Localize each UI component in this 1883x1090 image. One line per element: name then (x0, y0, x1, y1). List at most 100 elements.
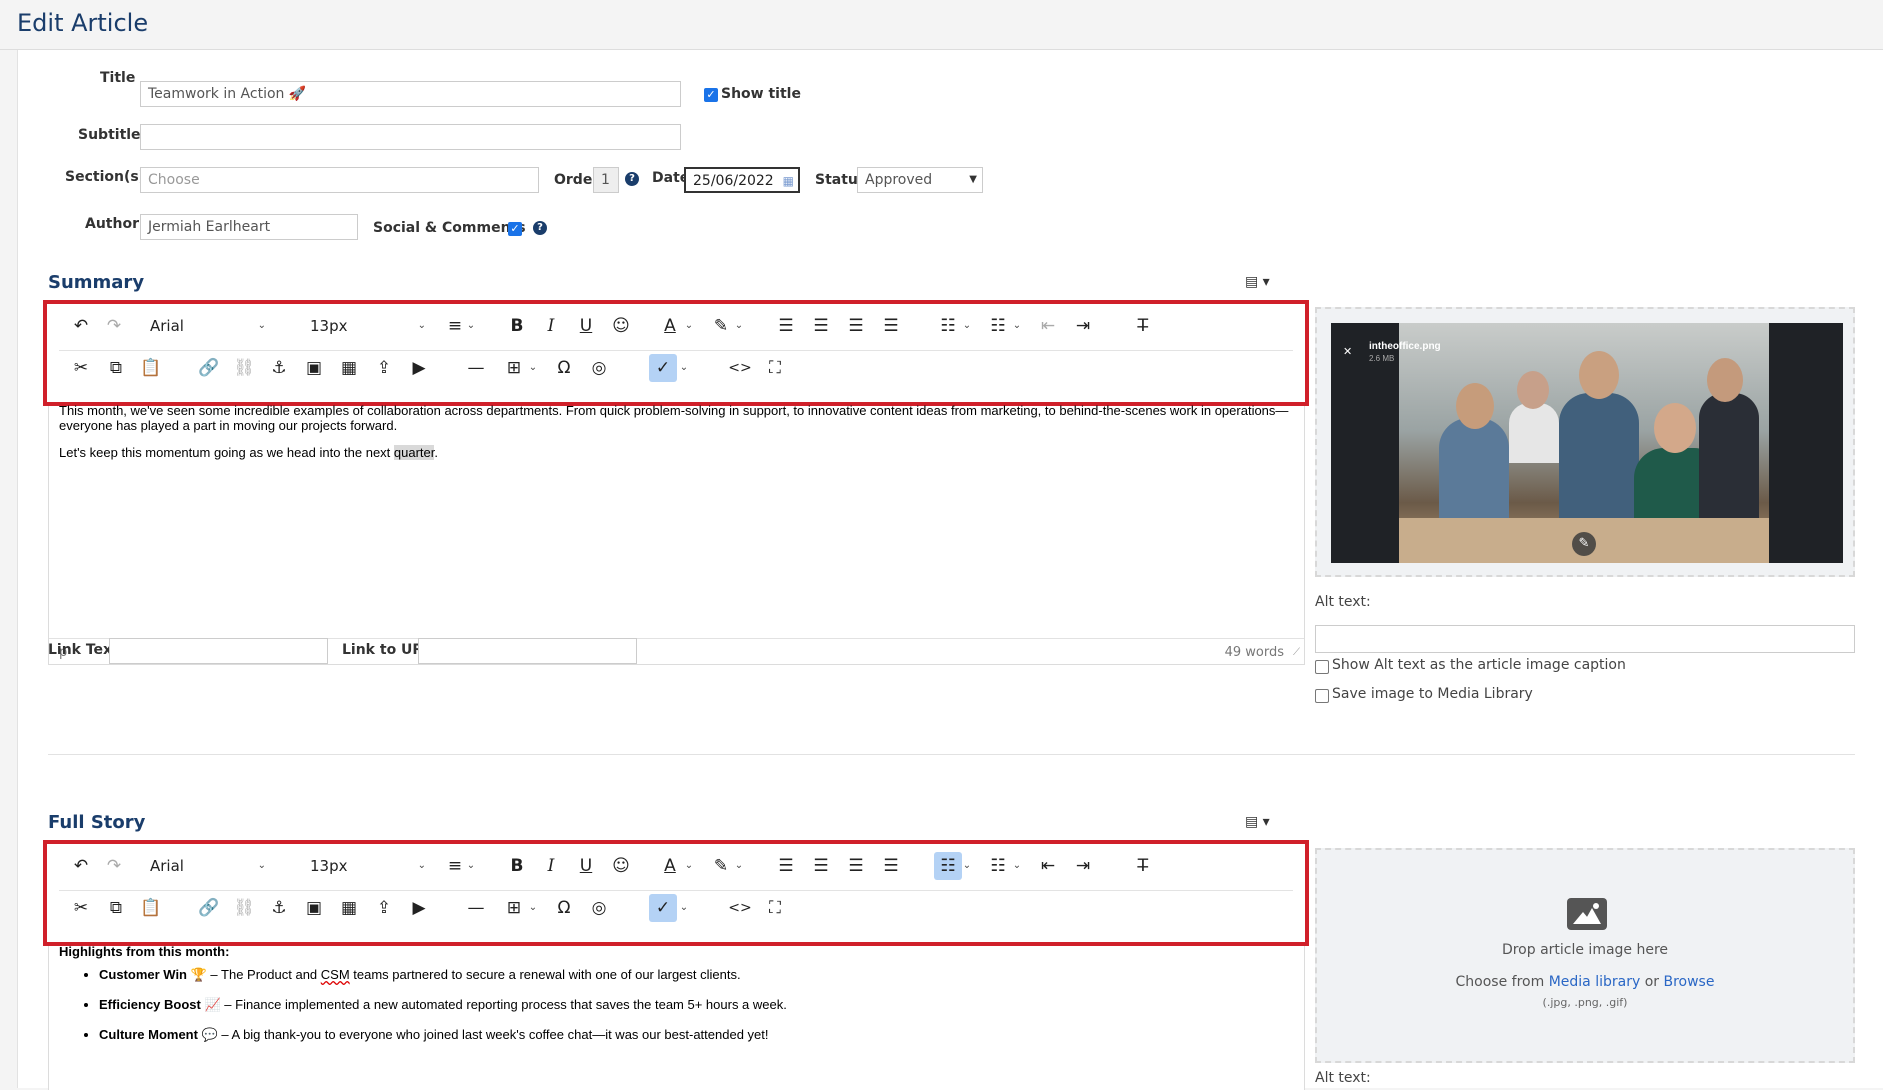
media-icon[interactable]: ▦ (335, 894, 363, 922)
image-icon[interactable]: ▣ (300, 894, 328, 922)
chevron-down-icon[interactable]: ⌄ (465, 312, 477, 340)
summary-alt-text-input[interactable] (1315, 625, 1855, 653)
browse-link[interactable]: Browse (1663, 974, 1714, 990)
fullscreen-icon[interactable]: ⛶ (761, 354, 789, 382)
anchor-icon[interactable]: ⚓ (265, 894, 293, 922)
clear-format-icon[interactable]: T̶ (1129, 312, 1157, 340)
media-icon[interactable]: ▦ (335, 354, 363, 382)
paste-icon[interactable]: 📋 (137, 894, 165, 922)
unlink-icon[interactable]: ⛓ (230, 354, 258, 382)
video-icon[interactable]: ▶ (405, 894, 433, 922)
special-character-icon[interactable]: Ω (550, 894, 578, 922)
align-center-icon[interactable]: ☰ (807, 852, 835, 880)
outdent-icon[interactable]: ⇤ (1034, 312, 1062, 340)
date-input[interactable]: 25/06/2022 ▦ (684, 167, 800, 193)
bold-icon[interactable]: B (503, 852, 531, 880)
sections-input[interactable]: Choose (140, 167, 539, 193)
target-icon[interactable]: ◎ (585, 894, 613, 922)
outdent-icon[interactable]: ⇤ (1034, 852, 1062, 880)
link-icon[interactable]: 🔗 (195, 354, 223, 382)
redo-icon[interactable]: ↷ (100, 312, 128, 340)
source-code-icon[interactable]: <> (726, 354, 754, 382)
cut-icon[interactable]: ✂ (67, 354, 95, 382)
chevron-down-icon[interactable]: ⌄ (1011, 312, 1023, 340)
order-input[interactable]: 1 (593, 167, 619, 193)
table-icon[interactable]: ⊞ (500, 894, 528, 922)
chevron-down-icon[interactable]: ⌄ (683, 312, 695, 340)
chevron-down-icon[interactable]: ⌄ (683, 852, 695, 880)
redo-icon[interactable]: ↷ (100, 852, 128, 880)
indent-icon[interactable]: ⇥ (1069, 852, 1097, 880)
author-input[interactable]: Jermiah Earlheart (140, 214, 358, 240)
italic-icon[interactable]: I (537, 312, 565, 340)
save-media-checkbox[interactable] (1315, 689, 1329, 703)
text-color-icon[interactable]: A (656, 312, 684, 340)
fullscreen-icon[interactable]: ⛶ (761, 894, 789, 922)
underline-icon[interactable]: U (572, 312, 600, 340)
copy-icon[interactable]: ⧉ (102, 354, 130, 382)
bullet-list-icon[interactable]: ☷ (934, 312, 962, 340)
show-title-checkbox[interactable]: ✓ (704, 88, 718, 102)
emoji-icon[interactable]: ☺ (607, 312, 635, 340)
font-size-select[interactable]: 13px ⌄ (302, 312, 432, 340)
align-center-icon[interactable]: ☰ (807, 312, 835, 340)
video-icon[interactable]: ▶ (405, 354, 433, 382)
numbered-list-icon[interactable]: ☷ (984, 312, 1012, 340)
social-comments-checkbox[interactable]: ✓ (508, 222, 522, 236)
full-story-image-dropzone[interactable]: Drop article image here Choose from Medi… (1315, 848, 1855, 1063)
spellcheck-icon[interactable]: ✓ (649, 354, 677, 382)
table-icon[interactable]: ⊞ (500, 354, 528, 382)
undo-icon[interactable]: ↶ (67, 312, 95, 340)
upload-icon[interactable]: ⇪ (370, 894, 398, 922)
chevron-down-icon[interactable]: ⌄ (465, 852, 477, 880)
media-library-link[interactable]: Media library (1549, 974, 1641, 990)
summary-image-panel[interactable]: ✕ intheoffice.png 2.6 MB ✎ (1315, 307, 1855, 577)
horizontal-rule-icon[interactable]: — (462, 894, 490, 922)
status-select[interactable]: Approved ▼ (857, 167, 983, 193)
order-help-icon[interactable]: ? (625, 172, 639, 186)
justify-icon[interactable]: ☰ (877, 312, 905, 340)
anchor-icon[interactable]: ⚓ (265, 354, 293, 382)
target-icon[interactable]: ◎ (585, 354, 613, 382)
summary-content[interactable]: This month, we've seen some incredible e… (59, 403, 1297, 460)
highlight-icon[interactable]: ✎ (707, 312, 735, 340)
align-right-icon[interactable]: ☰ (842, 852, 870, 880)
link-text-input[interactable] (109, 638, 328, 664)
font-size-select[interactable]: 13px ⌄ (302, 852, 432, 880)
chevron-down-icon[interactable]: ⌄ (1011, 852, 1023, 880)
chevron-down-icon[interactable]: ⌄ (527, 354, 539, 382)
align-left-icon[interactable]: ☰ (772, 852, 800, 880)
link-icon[interactable]: 🔗 (195, 894, 223, 922)
highlight-icon[interactable]: ✎ (707, 852, 735, 880)
clear-format-icon[interactable]: T̶ (1129, 852, 1157, 880)
paste-icon[interactable]: 📋 (137, 354, 165, 382)
title-input[interactable]: Teamwork in Action 🚀 (140, 81, 681, 107)
image-icon[interactable]: ▣ (300, 354, 328, 382)
font-family-select[interactable]: Arial ⌄ (142, 312, 272, 340)
source-code-icon[interactable]: <> (726, 894, 754, 922)
chevron-down-icon[interactable]: ⌄ (733, 852, 745, 880)
bold-icon[interactable]: B (503, 312, 531, 340)
unlink-icon[interactable]: ⛓ (230, 894, 258, 922)
font-family-select[interactable]: Arial ⌄ (142, 852, 272, 880)
align-left-icon[interactable]: ☰ (772, 312, 800, 340)
spellcheck-icon[interactable]: ✓ (649, 894, 677, 922)
social-help-icon[interactable]: ? (533, 221, 547, 235)
summary-options-menu[interactable]: ▤ ▾ (1245, 274, 1270, 290)
chevron-down-icon[interactable]: ⌄ (961, 312, 973, 340)
chevron-down-icon[interactable]: ⌄ (678, 894, 690, 922)
edit-image-icon[interactable]: ✎ (1572, 532, 1596, 556)
align-right-icon[interactable]: ☰ (842, 312, 870, 340)
text-color-icon[interactable]: A (656, 852, 684, 880)
chevron-down-icon[interactable]: ⌄ (527, 894, 539, 922)
subtitle-input[interactable] (140, 124, 681, 150)
full-story-content[interactable]: Highlights from this month: Customer Win… (59, 944, 1297, 1042)
bullet-list-icon[interactable]: ☷ (934, 852, 962, 880)
special-character-icon[interactable]: Ω (550, 354, 578, 382)
emoji-icon[interactable]: ☺ (607, 852, 635, 880)
chevron-down-icon[interactable]: ⌄ (961, 852, 973, 880)
undo-icon[interactable]: ↶ (67, 852, 95, 880)
calendar-icon[interactable]: ▦ (783, 169, 794, 191)
full-story-options-menu[interactable]: ▤ ▾ (1245, 814, 1270, 830)
indent-icon[interactable]: ⇥ (1069, 312, 1097, 340)
